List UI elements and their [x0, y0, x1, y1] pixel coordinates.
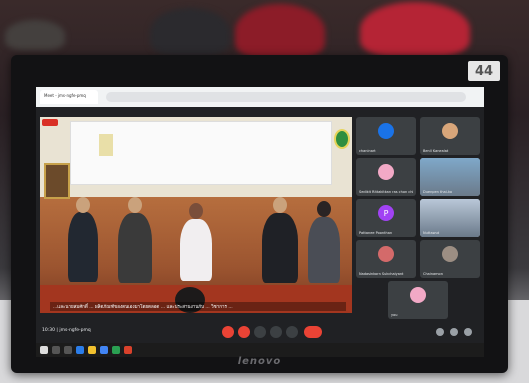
live-caption: ...และนายสมศักดิ์ ... ผลิตภัณฑ์ของตนเองม… [50, 302, 346, 311]
speaker-head [189, 203, 203, 219]
blurred-person [150, 8, 230, 56]
monitor: 44 Meet - jms-ngfe-pmq ...และนายสมศักดิ์… [11, 55, 508, 373]
participant-name: Nadasinkorn Sukchaiyant [359, 272, 404, 276]
main-video-stage: ...และนายสมศักดิ์ ... ผลิตภัณฑ์ของตนเองม… [40, 117, 352, 313]
participant-avatar: P [378, 205, 394, 221]
windows-taskbar [36, 343, 484, 357]
participant-grid: chaninart Benll Kanealat Sedikit Rittakitk… [356, 117, 480, 321]
speaker-head [317, 201, 331, 217]
speaker-head [128, 197, 142, 213]
blurred-person [5, 20, 65, 50]
meeting-code: 10:30 | jms-ngfe-pmq [42, 328, 91, 333]
app-icon[interactable] [124, 346, 132, 354]
speaker [118, 213, 152, 283]
speaker [262, 213, 298, 283]
blurred-person [360, 2, 470, 57]
search-icon[interactable] [52, 346, 60, 354]
address-bar[interactable] [106, 92, 466, 102]
screen: Meet - jms-ngfe-pmq ...และนายสมศักดิ์ ..… [36, 87, 484, 357]
speaker [68, 212, 98, 282]
participant-name: Duenpen thai-ko [423, 190, 453, 194]
chat-icon[interactable] [464, 328, 472, 336]
participant-name: Chainamon [423, 272, 443, 276]
participant-tile[interactable]: you [388, 281, 448, 319]
participant-name: Pattanee Poonthan [359, 231, 393, 235]
mic-off-icon[interactable] [222, 326, 234, 338]
edge-icon[interactable] [76, 346, 84, 354]
info-icon[interactable] [436, 328, 444, 336]
start-icon[interactable] [40, 346, 48, 354]
app-icon[interactable] [112, 346, 120, 354]
folder-icon[interactable] [88, 346, 96, 354]
speaker [180, 219, 212, 281]
more-options-icon[interactable] [286, 326, 298, 338]
participant-tile[interactable]: Nadasinkorn Sukchaiyant [356, 240, 416, 278]
camera-off-icon[interactable] [238, 326, 250, 338]
blurred-person [235, 4, 325, 59]
monitor-number-badge: 44 [468, 61, 500, 81]
participant-avatar [378, 246, 394, 262]
brand-logo: lenovo [237, 356, 282, 367]
participant-avatar [442, 123, 458, 139]
participant-name: Benll Kanealat [423, 149, 449, 153]
present-icon[interactable] [270, 326, 282, 338]
participant-tile[interactable]: Chainamon [420, 240, 480, 278]
participant-name: Nuttawut [423, 231, 440, 235]
painting [44, 163, 70, 199]
participant-tile[interactable]: chaninart [356, 117, 416, 155]
speaker [308, 217, 340, 283]
browser-tab[interactable]: Meet - jms-ngfe-pmq [40, 90, 98, 104]
participant-avatar [378, 123, 394, 139]
participant-name: you [391, 313, 398, 317]
browser-chrome: Meet - jms-ngfe-pmq [36, 87, 484, 107]
meet-control-bar: 10:30 | jms-ngfe-pmq [36, 323, 484, 341]
participant-name: chaninart [359, 149, 376, 153]
speaker-head [76, 197, 90, 213]
participant-tile[interactable]: Nuttawut [420, 199, 480, 237]
participant-tile[interactable]: Duenpen thai-ko [420, 158, 480, 196]
participant-tile[interactable]: P Pattanee Poonthan [356, 199, 416, 237]
projector-screen [70, 121, 332, 185]
chrome-icon[interactable] [100, 346, 108, 354]
people-icon[interactable] [450, 328, 458, 336]
speaker-head [273, 197, 287, 213]
emblem-icon [334, 129, 350, 149]
participant-avatar [442, 246, 458, 262]
participant-avatar [378, 164, 394, 180]
participant-name: Sedikit Rittakitkan ras chon chiu [359, 190, 413, 194]
participant-avatar [410, 287, 426, 303]
participant-tile[interactable]: Benll Kanealat [420, 117, 480, 155]
recording-icon [42, 119, 58, 126]
participant-tile[interactable]: Sedikit Rittakitkan ras chon chiu [356, 158, 416, 196]
captions-icon[interactable] [254, 326, 266, 338]
leave-call-button[interactable] [304, 326, 322, 338]
task-view-icon[interactable] [64, 346, 72, 354]
